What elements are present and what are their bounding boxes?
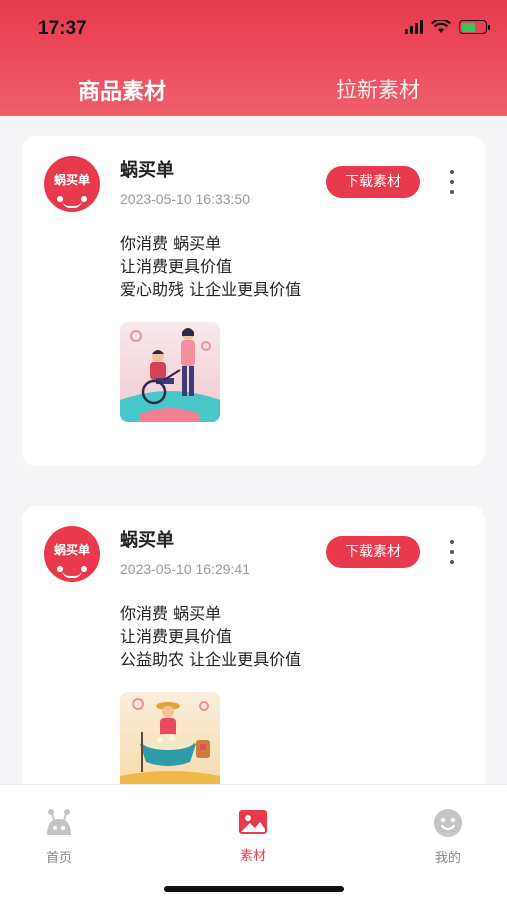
post-text-line: 让消费更具价值: [120, 627, 233, 646]
more-options-icon[interactable]: [447, 170, 457, 194]
post-text-line: 爱心助残 让企业更具价值: [120, 280, 302, 299]
image-icon: [239, 810, 267, 834]
post-date: 2023-05-10 16:29:41: [120, 561, 250, 577]
tabbar-item-home[interactable]: 首页: [29, 807, 89, 866]
farmer-harvest-illustration: [120, 692, 220, 784]
tabbar-item-material[interactable]: 素材: [223, 807, 283, 864]
post-date: 2023-05-10 16:33:50: [120, 191, 250, 207]
status-bar: 17:37: [0, 0, 507, 56]
cellular-signal-icon: [405, 20, 423, 34]
snail-icon: [47, 809, 71, 835]
avatar: 蜗买单: [44, 526, 100, 582]
tabbar-label-mine: 我的: [434, 851, 461, 866]
material-tabs: 商品素材 拉新素材: [0, 64, 507, 112]
battery-icon: [459, 20, 490, 34]
tabbar-label-material: 素材: [239, 849, 266, 864]
bottom-tab-bar: 首页 素材 我的: [0, 784, 507, 900]
material-card: 蜗买单 蜗买单 2023-05-10 16:29:41 下载素材 你消费 蜗买单…: [22, 506, 485, 784]
download-button[interactable]: 下载素材: [326, 166, 420, 198]
post-image[interactable]: [120, 322, 220, 422]
post-text-line: 让消费更具价值: [120, 257, 233, 276]
smiley-icon: [434, 809, 462, 837]
avatar: 蜗买单: [44, 156, 100, 212]
status-time: 17:37: [38, 18, 87, 39]
download-button[interactable]: 下载素材: [326, 536, 420, 568]
wifi-icon: [431, 20, 451, 33]
post-image[interactable]: [120, 692, 220, 784]
status-icons: [405, 20, 490, 34]
author-name: 蜗买单: [120, 530, 174, 551]
post-text: 你消费 蜗买单 让消费更具价值 公益助农 让企业更具价值: [120, 602, 301, 671]
more-options-icon[interactable]: [447, 540, 457, 564]
avatar-logo-text: 蜗买单: [53, 173, 90, 187]
post-text-line: 你消费 蜗买单: [120, 604, 222, 623]
tab-new-user-material[interactable]: 拉新素材: [336, 74, 420, 104]
post-text-line: 你消费 蜗买单: [120, 234, 222, 253]
home-indicator: [164, 886, 344, 892]
header: 17:37 商品素材 拉新素材: [0, 0, 507, 116]
post-text: 你消费 蜗买单 让消费更具价值 爱心助残 让企业更具价值: [120, 232, 301, 301]
post-text-line: 公益助农 让企业更具价值: [120, 650, 302, 669]
tabbar-label-home: 首页: [45, 851, 72, 866]
material-feed[interactable]: 蜗买单 蜗买单 2023-05-10 16:33:50 下载素材 你消费 蜗买单…: [0, 116, 507, 784]
author-name: 蜗买单: [120, 160, 174, 181]
wheelchair-charity-illustration: [120, 322, 220, 422]
avatar-logo-text: 蜗买单: [53, 543, 90, 557]
material-card: 蜗买单 蜗买单 2023-05-10 16:33:50 下载素材 你消费 蜗买单…: [22, 136, 485, 466]
tab-product-material[interactable]: 商品素材: [78, 74, 166, 106]
tabbar-item-mine[interactable]: 我的: [418, 807, 478, 866]
